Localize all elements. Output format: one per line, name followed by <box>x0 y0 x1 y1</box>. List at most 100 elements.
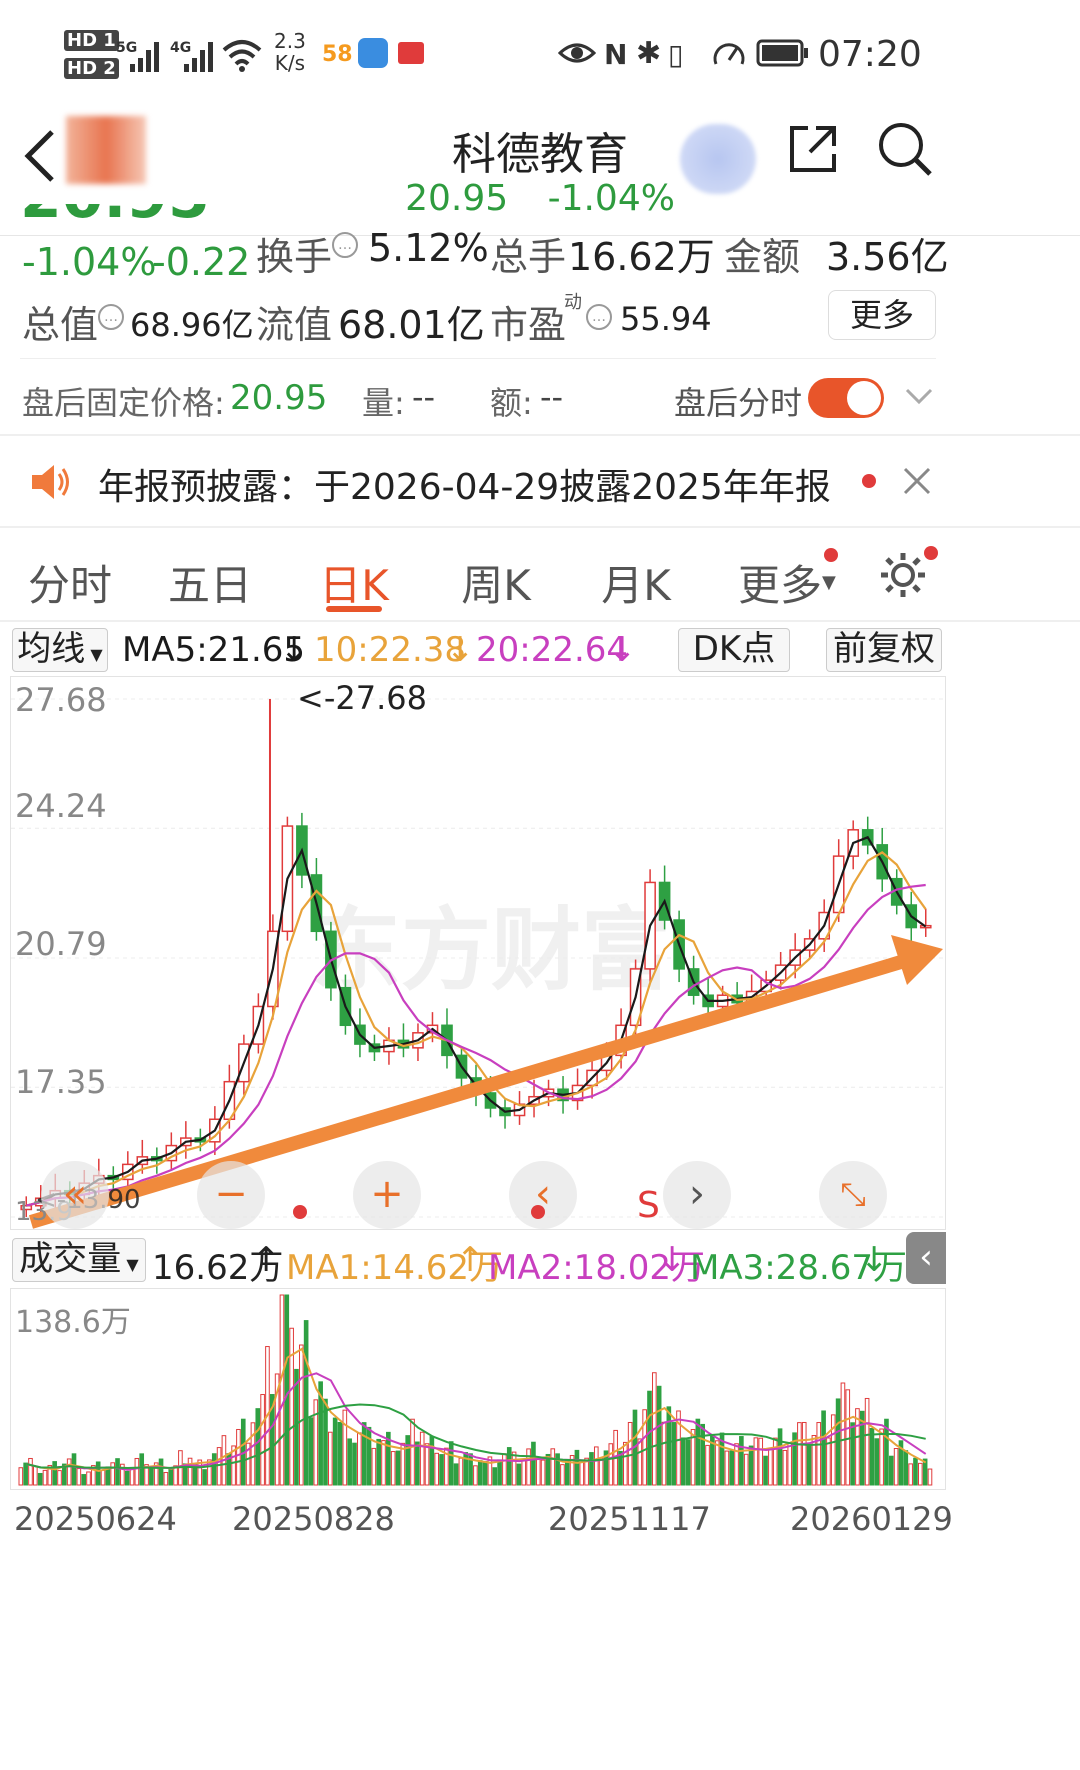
y-label-4: 17.35 <box>15 1063 107 1101</box>
volume-bar <box>874 1438 880 1486</box>
x-label-1: 20250624 <box>14 1500 177 1538</box>
share-external-icon[interactable] <box>786 122 840 176</box>
after-hours-price-label: 盘后固定价格: <box>22 384 225 422</box>
vol-ma2-down-arrow: ↓ <box>658 1240 687 1280</box>
tab-intraday[interactable]: 分时 <box>20 552 120 613</box>
volume-bar <box>458 1457 464 1486</box>
volume-bar <box>622 1441 628 1486</box>
net-speed-value: 2.3 <box>274 29 306 53</box>
after-hours-amount-value: -- <box>540 378 564 416</box>
zoom-in-icon[interactable]: + <box>353 1161 421 1229</box>
volume-value: 16.62万 <box>568 235 715 279</box>
divider <box>0 620 1080 622</box>
adjust-button[interactable]: 前复权 <box>826 628 942 672</box>
wifi-icon <box>222 40 262 72</box>
volume-svg <box>18 1294 933 1486</box>
notice-dot <box>862 474 876 488</box>
info-icon[interactable]: … <box>332 232 358 258</box>
divider <box>0 434 1080 436</box>
event-dot <box>293 1205 307 1219</box>
sim1-badge: HD 1 <box>64 30 119 51</box>
volume-bar <box>71 1453 77 1486</box>
zoom-out-icon[interactable]: − <box>197 1161 265 1229</box>
after-hours-price-value: 20.95 <box>230 378 328 418</box>
volume-bar <box>405 1435 411 1486</box>
caret-down-icon: ▼ <box>121 1255 139 1274</box>
bluetooth-icon: ✱ <box>636 36 662 71</box>
chevron-down-icon[interactable] <box>904 386 934 406</box>
volume-bar <box>763 1455 768 1486</box>
volume-bar <box>506 1447 512 1486</box>
volume-bar <box>888 1455 894 1486</box>
volume-bar <box>124 1470 130 1486</box>
battery-icon <box>756 39 808 67</box>
volume-bar <box>352 1442 357 1486</box>
tab-more[interactable]: 更多 <box>736 552 824 613</box>
search-icon[interactable] <box>876 120 934 180</box>
turnover-value: 5.12% <box>368 226 489 270</box>
after-hours-toggle[interactable] <box>808 378 884 418</box>
volume-bar <box>816 1422 822 1486</box>
ma-selector-label: 均线 <box>17 629 86 669</box>
volume-bar <box>342 1409 348 1486</box>
volume-bar <box>797 1422 802 1486</box>
more-button[interactable]: 更多 <box>828 290 936 340</box>
volume-bar <box>705 1444 710 1486</box>
volume-bar <box>424 1443 430 1486</box>
ma-selector[interactable]: 均线 ▼ <box>12 628 108 672</box>
double-left-icon[interactable]: « <box>41 1161 109 1229</box>
kline-chart[interactable]: 东方财富 27.68 24.24 20.79 17.35 13.9 <-27.6… <box>10 676 946 1230</box>
volume-bar <box>134 1457 140 1486</box>
volume-bar <box>298 1344 304 1486</box>
ma20-legend: 20:22.64 <box>476 630 629 670</box>
volume-bar <box>598 1457 604 1486</box>
volume-bar <box>376 1438 381 1486</box>
settings-gear-icon[interactable] <box>878 550 928 600</box>
volume-bar <box>139 1453 145 1486</box>
volume-bar <box>521 1458 527 1486</box>
volume-bar <box>729 1450 735 1486</box>
volume-bar <box>502 1453 507 1486</box>
expand-icon[interactable]: ⤡ <box>819 1161 887 1229</box>
volume-selector[interactable]: 成交量 ▼ <box>12 1238 146 1282</box>
volume-chart[interactable]: 138.6万 <box>10 1288 946 1490</box>
dk-point-button[interactable]: DK点 <box>678 628 790 672</box>
vibrate-icon: ▯ <box>668 38 684 71</box>
volume-bar <box>81 1474 86 1486</box>
ma5-down-arrow: ↓ <box>280 630 309 670</box>
y-label-3: 20.79 <box>15 925 107 963</box>
volume-bar <box>700 1423 705 1486</box>
tab-weekly-k[interactable]: 周K <box>446 552 546 613</box>
collapse-panel-icon[interactable]: ‹ <box>906 1232 946 1284</box>
volume-bar <box>579 1461 585 1486</box>
volume-bar <box>211 1453 217 1486</box>
info-icon[interactable]: … <box>586 304 612 330</box>
volume-bar <box>821 1410 826 1486</box>
close-icon[interactable] <box>902 466 932 496</box>
volume-bar <box>666 1406 672 1486</box>
volume-bar <box>550 1448 556 1486</box>
ma20-down-arrow: ↓ <box>608 630 637 670</box>
chevron-right-icon[interactable]: › <box>663 1161 731 1229</box>
chevron-left-icon[interactable]: ‹ <box>509 1161 577 1229</box>
volume-bar <box>448 1441 454 1486</box>
tab-five-day[interactable]: 五日 <box>160 552 260 613</box>
tab-monthly-k[interactable]: 月K <box>586 552 686 613</box>
volume-bar <box>903 1450 909 1486</box>
volume-bar <box>695 1418 701 1486</box>
tab-daily-k[interactable]: 日K <box>304 552 404 613</box>
volume-bar <box>250 1422 256 1486</box>
info-icon[interactable]: … <box>98 304 124 330</box>
after-hours-amount-label: 额: <box>490 384 533 422</box>
notice-text[interactable]: 年报预披露：于2026-04-29披露2025年年报 <box>98 458 831 510</box>
volume-bar <box>453 1463 459 1486</box>
total-cap-value: 68.96亿 <box>130 306 254 344</box>
volume-bar <box>850 1422 855 1486</box>
volume-bar <box>685 1439 691 1486</box>
assistant-avatar-icon[interactable] <box>680 124 756 194</box>
volume-bar <box>864 1397 870 1486</box>
volume-bar <box>294 1368 299 1486</box>
amount-value: 3.56亿 <box>826 235 949 279</box>
change-abs: -0.22 <box>152 240 251 284</box>
volume-bar <box>149 1466 154 1486</box>
